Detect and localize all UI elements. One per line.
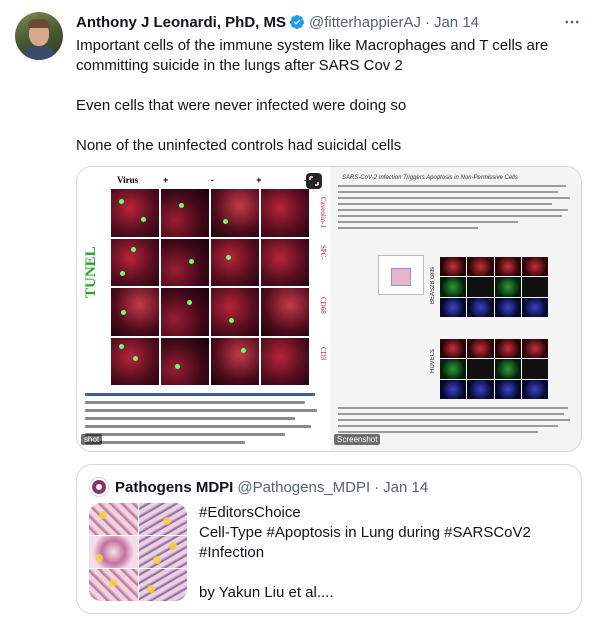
quoted-tweet-text: #EditorsChoice Cell-Type #Apoptosis in L… [199,503,571,603]
row-label: CD68 [319,297,327,314]
tweet-text-line: Important cells of the immune system lik… [76,37,549,54]
tweet-text: Important cells of the immune system lik… [76,36,576,156]
verified-badge-icon [289,14,305,30]
tweet-media: Virus + - + - TUNEL Caveolin-1 SPC- CD68… [76,166,582,452]
micrograph-grid [111,189,309,385]
quoted-display-name[interactable]: Pathogens MDPI [115,479,233,496]
row-label: Caveolin-1 [319,197,327,229]
separator-dot: · [424,13,430,31]
tunel-label: TUNEL [83,246,99,298]
article-text [338,185,574,233]
figure-caption [338,407,574,437]
author-display-name[interactable]: Anthony J Leonardi, PhD, MS [76,14,286,31]
author-handle[interactable]: @fitterhappierAJ [309,14,421,31]
more-horizontal-icon[interactable] [562,12,582,32]
beas2b-micrographs [440,257,548,317]
expand-icon[interactable] [306,173,322,189]
virus-label: Virus [117,175,139,185]
screenshot-tag: shot [81,434,103,445]
screenshot-tag: Screenshot [334,434,381,445]
row-label: SPC- [319,245,327,260]
quoted-text-line: #EditorsChoice [199,504,301,521]
media-image-left[interactable]: Virus + - + - TUNEL Caveolin-1 SPC- CD68… [77,167,328,451]
row-label-c: HUVECs [430,349,436,374]
separator-dot: · [374,478,380,496]
tweet-text-line: Even cells that were never infected were… [76,97,407,114]
tweet-header: Anthony J Leonardi, PhD, MS @fitterhappi… [76,12,479,32]
quoted-handle[interactable]: @Pathogens_MDPI [237,479,370,496]
huvec-micrographs [440,339,548,399]
virus-signs: + - + - [163,175,328,185]
quoted-media-thumbnail[interactable] [89,503,187,601]
row-label: CD3 [319,347,327,361]
quoted-text-line: by Yakun Liu et al.... [199,584,334,601]
tweet-text-line: None of the uninfected controls had suic… [76,137,402,154]
transwell-diagram [378,255,424,295]
tweet-text-line: committing suicide in the lungs after SA… [76,57,403,74]
tweet-date[interactable]: Jan 14 [434,14,479,31]
quoted-date[interactable]: Jan 14 [383,479,428,496]
quoted-text-line: #Infection [199,544,265,561]
tweet[interactable]: Anthony J Leonardi, PhD, MS @fitterhappi… [0,0,598,620]
quoted-text-line: Cell-Type #Apoptosis in Lung during #SAR… [199,524,531,541]
quoted-tweet-header: Pathogens MDPI @Pathogens_MDPI · Jan 14 [115,477,428,497]
author-avatar[interactable] [15,12,63,60]
quoted-tweet[interactable]: Pathogens MDPI @Pathogens_MDPI · Jan 14 … [76,464,582,614]
figure-heading: SARS-CoV-2 Infection Triggers Apoptosis … [342,175,518,181]
pathogens-logo-icon[interactable] [89,477,109,497]
row-label-b: BEAS2B cells [430,267,436,305]
figure-caption [77,393,328,451]
media-image-right[interactable]: SARS-CoV-2 Infection Triggers Apoptosis … [330,167,581,451]
